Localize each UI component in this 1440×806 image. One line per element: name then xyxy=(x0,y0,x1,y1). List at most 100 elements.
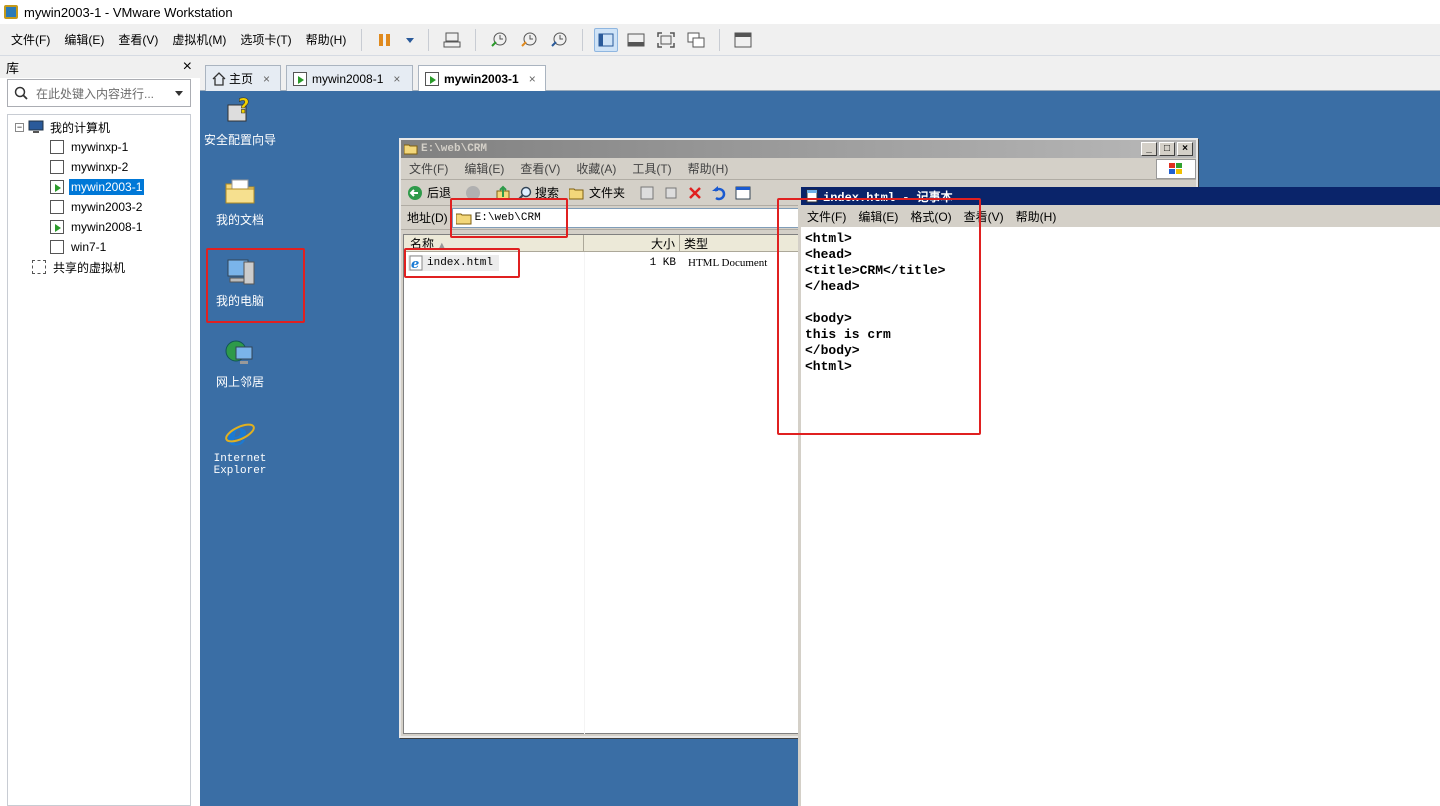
revert-snapshot-icon[interactable] xyxy=(517,28,541,52)
toolbar-separator xyxy=(719,28,721,51)
column-size[interactable]: 大小 xyxy=(584,235,680,251)
vm-running-icon xyxy=(50,180,64,194)
tree-item-label: mywinxp-2 xyxy=(71,160,129,174)
library-search-input[interactable]: 在此处键入内容进行... xyxy=(7,79,191,107)
tab-home[interactable]: 主页 × xyxy=(205,65,281,91)
highlight-box-file xyxy=(404,248,520,278)
tab-label: 主页 xyxy=(229,72,254,86)
explorer-menu-edit[interactable]: 编辑(E) xyxy=(456,160,512,177)
tree-item-vm[interactable]: mywinxp-2 xyxy=(50,157,130,177)
close-button[interactable]: × xyxy=(1177,142,1193,156)
chevron-down-icon[interactable] xyxy=(174,88,184,98)
vm-running-icon xyxy=(425,72,439,86)
tree-item-vm[interactable]: mywinxp-1 xyxy=(50,137,130,157)
delete-icon[interactable] xyxy=(687,185,703,201)
toolbar-separator xyxy=(361,28,363,51)
vm-icon xyxy=(50,240,64,254)
column-label: 大小 xyxy=(650,237,675,251)
minimize-button[interactable]: _ xyxy=(1141,142,1157,156)
menu-tabs[interactable]: 选项卡(T) xyxy=(233,24,298,56)
fullscreen-icon[interactable] xyxy=(654,28,678,52)
security-wizard-icon: ? xyxy=(224,94,256,127)
internet-explorer-icon: e xyxy=(224,415,256,453)
network-places-icon xyxy=(224,337,256,369)
vm-running-icon xyxy=(293,71,307,86)
menu-bar: 文件(F) 编辑(E) 查看(V) 虚拟机(M) 选项卡(T) 帮助(H) xyxy=(0,24,1440,56)
copy-to-icon[interactable] xyxy=(663,185,679,201)
snapshot-icon[interactable] xyxy=(487,28,511,52)
thumbnail-icon[interactable] xyxy=(731,28,755,52)
toolbar-separator xyxy=(475,28,477,51)
menu-vm[interactable]: 虚拟机(M) xyxy=(165,24,233,56)
file-size: 1 KB xyxy=(649,257,676,269)
search-icon xyxy=(14,86,28,100)
explorer-menu-help[interactable]: 帮助(H) xyxy=(680,160,737,177)
tree-item-vm[interactable]: mywin2008-1 xyxy=(50,217,144,237)
tree-item-shared[interactable]: 共享的虚拟机 xyxy=(32,257,127,277)
library-header: 库 × xyxy=(0,56,200,78)
tree-item-vm[interactable]: win7-1 xyxy=(50,237,108,257)
notepad-menu-help[interactable]: 帮助(H) xyxy=(1010,208,1063,225)
console-view-icon[interactable] xyxy=(624,28,648,52)
snapshot-manager-icon[interactable] xyxy=(547,28,571,52)
move-to-icon[interactable] xyxy=(639,185,655,201)
library-close-button[interactable]: × xyxy=(183,58,192,76)
chevron-down-icon[interactable] xyxy=(403,28,417,52)
tree-item-vm-selected[interactable]: mywin2003-1 xyxy=(50,177,145,197)
desktop-icon-security-wizard[interactable]: ? 安全配置向导 xyxy=(200,94,280,148)
vmware-logo-icon xyxy=(4,5,18,19)
tree-item-vm[interactable]: mywin2003-2 xyxy=(50,197,144,217)
toolbar-separator xyxy=(582,28,584,51)
desktop-icon-internet-explorer[interactable]: e Internet Explorer xyxy=(200,415,280,477)
explorer-menu-favorites[interactable]: 收藏(A) xyxy=(568,160,624,177)
menu-view[interactable]: 查看(V) xyxy=(111,24,165,56)
svg-text:?: ? xyxy=(238,95,250,118)
tab-label: mywin2003-1 xyxy=(444,72,519,86)
window-title: mywin2003-1 - VMware Workstation xyxy=(24,4,233,20)
library-title: 库 xyxy=(6,60,20,76)
tab-bar: 主页 × mywin2008-1 × mywin2003-1 × xyxy=(200,56,1440,92)
vm-running-icon xyxy=(50,220,64,234)
desktop-icon-network-places[interactable]: 网上邻居 xyxy=(200,337,280,390)
highlight-box-my-computer xyxy=(206,248,305,323)
tab-mywin2003[interactable]: mywin2003-1 × xyxy=(418,65,546,92)
send-keys-icon[interactable] xyxy=(440,28,464,52)
toolbar-separator xyxy=(428,28,430,51)
highlight-box-notepad-content xyxy=(777,198,981,435)
explorer-menu-view[interactable]: 查看(V) xyxy=(512,160,568,177)
tab-close-button[interactable]: × xyxy=(263,72,270,86)
back-icon[interactable] xyxy=(407,185,423,201)
menu-edit[interactable]: 编辑(E) xyxy=(57,24,111,56)
title-bar: mywin2003-1 - VMware Workstation xyxy=(0,0,1440,24)
desktop-icon-label: 我的文档 xyxy=(215,213,264,227)
address-label: 地址(D) xyxy=(407,211,448,225)
explorer-title: E:\web\CRM xyxy=(421,143,488,155)
views-icon[interactable] xyxy=(735,185,753,201)
tab-close-button[interactable]: × xyxy=(529,72,536,86)
menu-file[interactable]: 文件(F) xyxy=(4,24,57,56)
tree-item-my-computer[interactable]: − 我的计算机 xyxy=(15,117,112,137)
desktop-icon-my-documents[interactable]: 我的文档 xyxy=(200,175,280,228)
tree-item-label: mywinxp-1 xyxy=(71,140,129,154)
undo-icon[interactable] xyxy=(711,185,727,201)
folders-icon[interactable] xyxy=(569,186,585,200)
folders-button[interactable]: 文件夹 xyxy=(589,184,625,201)
pause-icon[interactable] xyxy=(373,28,397,52)
tree-item-label: 共享的虚拟机 xyxy=(53,260,126,275)
desktop-icon-label: Internet Explorer xyxy=(213,453,267,477)
unity-icon[interactable] xyxy=(684,28,708,52)
tab-close-button[interactable]: × xyxy=(393,72,400,86)
back-button[interactable]: 后退 xyxy=(427,184,451,201)
folder-icon xyxy=(224,175,256,207)
vm-icon xyxy=(50,200,64,214)
collapse-icon[interactable]: − xyxy=(15,122,24,132)
explorer-menu-tools[interactable]: 工具(T) xyxy=(624,160,679,177)
explorer-menu-file[interactable]: 文件(F) xyxy=(401,160,456,177)
menu-help[interactable]: 帮助(H) xyxy=(299,24,354,56)
library-view-icon[interactable] xyxy=(594,27,619,52)
maximize-button[interactable]: □ xyxy=(1159,142,1175,156)
windows-logo-icon xyxy=(1156,158,1196,179)
tab-mywin2008[interactable]: mywin2008-1 × xyxy=(286,65,413,91)
home-icon xyxy=(212,71,226,86)
tree-item-label: mywin2008-1 xyxy=(71,220,143,234)
